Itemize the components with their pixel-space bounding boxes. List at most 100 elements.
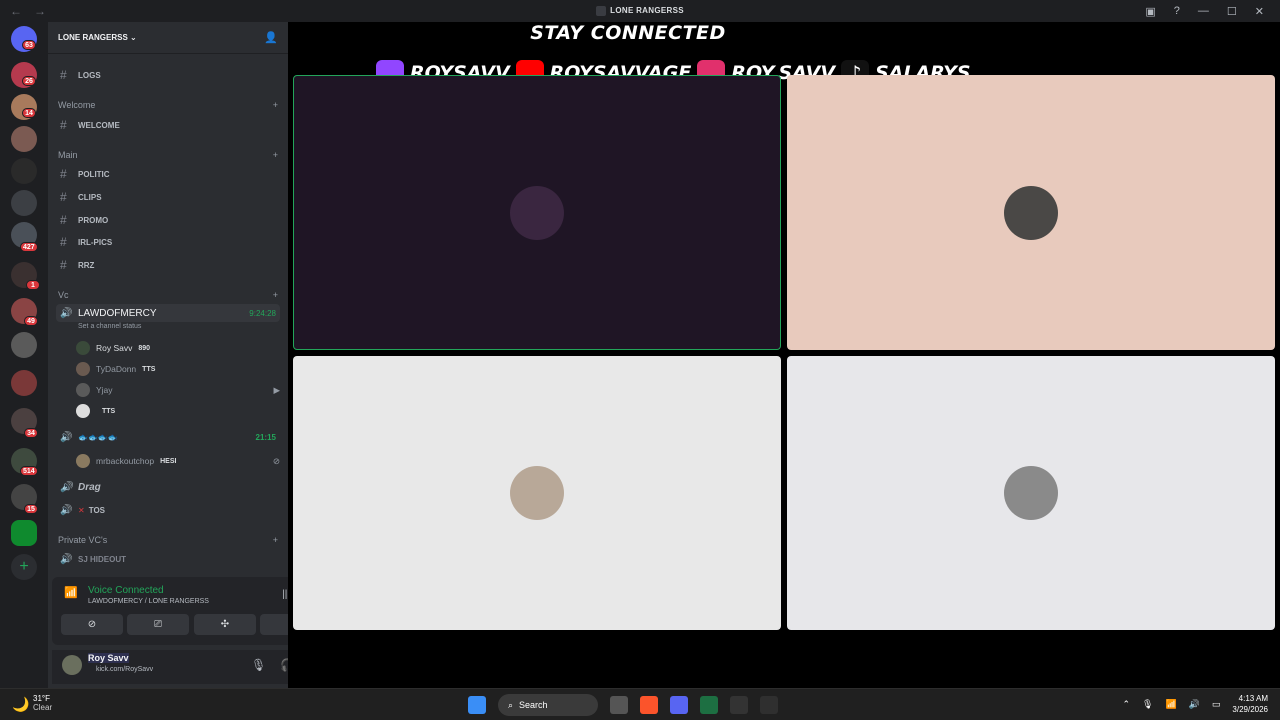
server-icon[interactable] [11, 126, 37, 152]
server-folder-icon[interactable] [11, 370, 37, 396]
server-header[interactable]: LONE RANGERSS ⌄ 👤 [48, 22, 288, 54]
hash-icon: # [60, 68, 67, 82]
user-name[interactable]: Roy Savv [88, 653, 129, 663]
channel-clips[interactable]: # CLIPS [56, 188, 280, 206]
activities-button[interactable]: ✣ [194, 614, 256, 635]
voice-channel-label: TOS [88, 505, 106, 515]
participant-avatar [510, 466, 564, 520]
voice-user[interactable]: Roy Savv 890 [76, 339, 150, 357]
epic-games-icon[interactable] [760, 696, 778, 714]
add-channel-icon[interactable]: + [273, 290, 278, 300]
camera-off-icon: ⊘ [87, 619, 97, 630]
camera-button[interactable]: ⊘ [61, 614, 123, 635]
channel-welcome[interactable]: # WELCOME [56, 116, 280, 134]
maximize-button[interactable]: ☐ [1227, 5, 1237, 18]
user-avatar[interactable] [62, 655, 82, 675]
voice-user[interactable]: TTS [76, 402, 115, 420]
channel-status[interactable]: Set a channel status [78, 323, 141, 330]
server-icon[interactable] [11, 158, 37, 184]
voice-channel-tos[interactable]: 🔊 ✕ TOS [56, 501, 280, 519]
invite-icon[interactable]: 👤 [264, 31, 278, 44]
kick-server-icon[interactable] [11, 520, 37, 546]
help-icon[interactable]: ? [1174, 5, 1180, 17]
wifi-icon[interactable]: 📶 [1165, 699, 1176, 710]
channel-politic[interactable]: # POLITIC [56, 165, 280, 183]
server-name: LONE RANGERSS ⌄ [58, 33, 137, 42]
discord-icon[interactable] [670, 696, 688, 714]
add-channel-icon[interactable]: + [273, 535, 278, 545]
volume-icon[interactable]: 🔊 [1189, 699, 1200, 710]
date: 3/29/2026 [1232, 705, 1268, 714]
channel-sidebar: LONE RANGERSS ⌄ 👤 # LOGS Welcome + # WELCOM… [48, 22, 330, 688]
mic-tray-icon[interactable]: 🎙 [1142, 699, 1153, 710]
close-button[interactable]: ✕ [1255, 5, 1264, 18]
battery-icon[interactable]: ▭ [1212, 699, 1221, 710]
unread-badge: 63 [22, 40, 36, 50]
brave-icon[interactable] [640, 696, 658, 714]
category-vc[interactable]: Vc + [58, 290, 278, 300]
voice-location[interactable]: LAWDOFMERCY / LONE RANGERSS [88, 598, 209, 605]
window-title-text: LONE RANGERSS [610, 6, 684, 16]
participant-avatar [510, 185, 564, 240]
signal-icon[interactable]: 📶 [64, 586, 78, 599]
unread-badge: 14 [22, 108, 36, 118]
voice-channel-sj-hideout[interactable]: 🔊 SJ HIDEOUT [56, 550, 280, 568]
user-name: Yjay [96, 385, 113, 395]
channel-promo[interactable]: # PROMO [56, 211, 280, 229]
playstation-icon: ▶ [273, 384, 280, 395]
user-tag: 890 [138, 344, 151, 352]
screen-share-button[interactable]: ⎚ [127, 614, 189, 635]
title-bar: ← → LONE RANGERSS ▣ ? — ☐ ✕ [0, 0, 1280, 22]
video-tile[interactable] [293, 356, 781, 630]
voice-user[interactable]: mrbackoutchop HESI ⊘ [76, 452, 280, 470]
excel-icon[interactable] [700, 696, 718, 714]
hash-icon: # [60, 190, 67, 204]
task-view-icon[interactable] [610, 696, 628, 714]
hash-icon: # [60, 235, 67, 249]
start-icon[interactable] [468, 696, 486, 714]
clock[interactable]: 4:13 AM 3/29/2026 [1232, 693, 1268, 715]
channel-label: CLIPS [78, 192, 102, 202]
channel-logs[interactable]: # LOGS [56, 66, 280, 84]
channel-label: PROMO [78, 215, 109, 225]
add-channel-icon[interactable]: + [273, 100, 278, 110]
banner-title: STAY CONNECTED [530, 22, 726, 44]
voice-user[interactable]: Yjay ▶ [76, 381, 280, 399]
add-server-icon[interactable]: + [11, 554, 37, 580]
muted-icon: ⊘ [272, 455, 280, 466]
video-tile[interactable] [293, 75, 781, 350]
channel-rrz[interactable]: # RRZ [56, 256, 280, 274]
voice-user[interactable]: TyDaDonn TTS [76, 360, 155, 378]
voice-channel-drag[interactable]: 🔊 Drag [56, 478, 280, 496]
channel-label: LOGS [78, 70, 101, 80]
app-icon[interactable] [730, 696, 748, 714]
microphone-icon[interactable]: 🎙 [251, 658, 266, 672]
unread-badge: 1 [26, 280, 40, 290]
unread-badge: 49 [24, 316, 38, 326]
avatar [76, 454, 90, 468]
weather-widget[interactable]: 🌙 31°F Clear [12, 694, 52, 712]
category-welcome[interactable]: Welcome + [58, 100, 278, 110]
chevron-up-icon[interactable]: ⌃ [1122, 699, 1130, 710]
video-tile[interactable] [787, 356, 1275, 630]
inbox-icon[interactable]: ▣ [1145, 5, 1155, 18]
category-label: Welcome [58, 100, 96, 110]
user-tag: TTS [142, 365, 156, 373]
search-box[interactable]: ⌕ Search [498, 694, 598, 716]
user-name: mrbackoutchop [96, 456, 155, 466]
minimize-button[interactable]: — [1198, 5, 1209, 17]
taskbar: 🌙 31°F Clear ⌕ Search ⌃ 🎙 📶 🔊 ▭ 4:13 AM 3… [0, 688, 1280, 720]
voice-status[interactable]: Voice Connected [88, 585, 164, 596]
hash-icon: # [60, 213, 67, 227]
video-tile[interactable] [787, 75, 1275, 350]
server-icon[interactable] [11, 332, 37, 358]
category-private-vcs[interactable]: Private VC's + [58, 535, 278, 545]
channel-irl-pics[interactable]: # IRL-PICS [56, 233, 280, 251]
add-channel-icon[interactable]: + [273, 150, 278, 160]
category-main[interactable]: Main + [58, 150, 278, 160]
voice-channel-lawdofmercy[interactable]: 🔊 LAWDOFMERCY 9:24:28 [56, 304, 280, 322]
server-icon[interactable] [11, 190, 37, 216]
unread-badge: 514 [20, 466, 38, 476]
voice-channel-fish[interactable]: 🔊 🐟🐟🐟🐟 21:15 [56, 428, 280, 446]
user-tag: HESI [160, 457, 177, 465]
